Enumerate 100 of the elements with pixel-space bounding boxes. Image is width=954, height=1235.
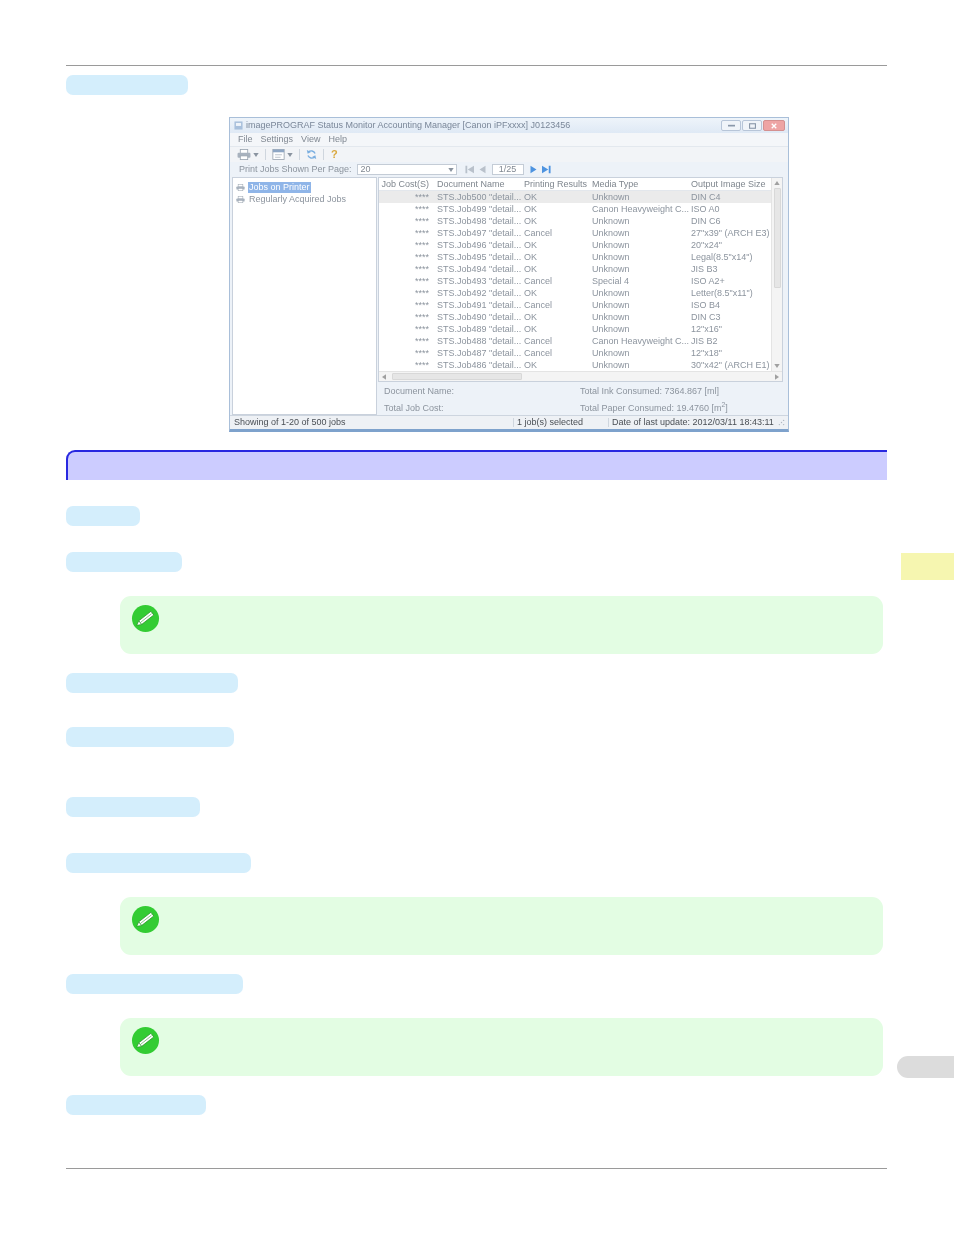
table-cell-text: **** [414,300,430,310]
table-cell-text: STS.Job490 "detail... [436,312,523,322]
table-cell-text: ISO A0 [691,204,721,214]
table-row[interactable]: **** STS.Job499 "detail... OK Canon Heavyweight C... ISO A0 [379,203,771,215]
menu-item[interactable]: File [234,135,257,144]
help-button[interactable]: ? [330,149,339,160]
table-cell-text: Unknown [592,288,631,298]
caret-icon[interactable] [253,152,259,157]
close-button[interactable] [763,120,785,131]
table-row[interactable]: **** STS.Job489 "detail... OK Unknown 12"x16" [379,323,771,335]
table-row[interactable]: **** STS.Job496 "detail... OK Unknown 20"x24" [379,239,771,251]
table-cell-text: **** [414,228,430,238]
table-row[interactable]: **** STS.Job497 "detail... Cancel Unknown 27"x39" (ARCH E3) [379,227,771,239]
horizontal-scrollbar[interactable] [379,371,782,381]
column-header[interactable]: Document Name [434,179,524,189]
table-row[interactable]: **** STS.Job500 "detail... OK Unknown DIN C4 [379,191,771,203]
table-row[interactable]: **** STS.Job493 "detail... Cancel Special 4 ISO A2+ [379,275,771,287]
table-cell-text: Unknown [592,312,631,322]
table-cell-text: ISO B4 [691,300,721,310]
table-cell: 27"x39" (ARCH E3) [691,228,771,238]
table-cell-text: STS.Job498 "detail... [436,216,523,226]
table-cell-text: Cancel [524,336,553,346]
page-number-field[interactable]: 1/25 [491,164,524,175]
status-text: Date of last update: 2012/03/11 18:43:11 [608,418,778,427]
table-cell-text: OK [524,240,538,250]
status-text: 1 job(s) selected [513,418,608,427]
table-cell-text: Unknown [592,192,631,202]
table-cell-text: Unknown [592,252,631,262]
table-row[interactable]: **** STS.Job498 "detail... OK Unknown DIN C6 [379,215,771,227]
column-header[interactable]: Output Image Size [691,179,771,189]
table-cell-text: Unknown [592,324,631,334]
maximize-button[interactable] [742,120,762,131]
table-cell-text: OK [524,360,538,370]
table-cell-text: Unknown [592,360,631,370]
table-cell-text: DIN C3 [691,312,722,322]
column-header[interactable]: Job Cost(S) [379,179,434,189]
table-cell-text: Legal(8.5"x14") [691,252,754,262]
column-header[interactable]: Media Type [592,179,691,189]
table-cell-text: Unknown [592,228,631,238]
table-cell-text: DIN C6 [691,216,722,226]
scroll-down-icon[interactable] [774,364,780,368]
table-cell-text: STS.Job489 "detail... [436,324,523,334]
table-cell-text: Unknown [592,240,631,250]
table-cell-text: STS.Job499 "detail... [436,204,523,214]
table-cell-text: Cancel [524,276,553,286]
table-cell-text: Cancel [524,300,553,310]
table-row[interactable]: **** STS.Job490 "detail... OK Unknown DIN C3 [379,311,771,323]
document-icon[interactable] [272,149,285,160]
table-cell: 30"x42" (ARCH E1) [691,360,771,370]
table-cell-text: STS.Job495 "detail... [436,252,523,262]
table-cell-text: DIN C4 [691,192,722,202]
table-row[interactable]: **** STS.Job492 "detail... OK Unknown Letter(8.5"x11") [379,287,771,299]
scroll-right-icon[interactable] [775,373,779,380]
table-cell-text: Special 4 [592,276,631,286]
table-cell-text: STS.Job493 "detail... [436,276,523,286]
table-cell-text: Letter(8.5"x11") [691,288,754,298]
scroll-left-icon[interactable] [382,373,386,380]
table-cell-text: **** [414,240,430,250]
column-header[interactable]: Printing Results [524,179,592,189]
table-cell-text: OK [524,192,538,202]
table-cell-text: **** [414,216,430,226]
menu-item[interactable]: Settings [256,135,298,144]
table-cell-text: STS.Job487 "detail... [436,348,523,358]
table-cell-text: STS.Job494 "detail... [436,264,523,274]
table-cell-text: **** [414,288,430,298]
tree-item[interactable]: Jobs on Printer [248,181,311,193]
table-row[interactable]: **** STS.Job486 "detail... OK Unknown 30"x42" (ARCH E1) [379,359,771,371]
caret-icon[interactable] [287,152,293,157]
vertical-scrollbar[interactable] [771,178,782,371]
app-icon [234,121,243,130]
table-cell-text: OK [524,264,538,274]
table-row[interactable]: **** STS.Job488 "detail... Cancel Canon Heavyweight C... JIS B2 [379,335,771,347]
scrollbar-thumb[interactable] [392,373,522,380]
next-page-icon[interactable] [528,165,538,174]
refresh-icon[interactable] [306,149,317,160]
minimize-button[interactable] [721,120,741,131]
table-cell-text: **** [414,360,430,370]
table-cell-text: **** [414,264,430,274]
resize-grip-icon[interactable] [778,419,785,426]
table-cell-text: 12"x18" [691,348,723,358]
table-row[interactable]: **** STS.Job491 "detail... Cancel Unknown ISO B4 [379,299,771,311]
menu-item[interactable]: View [297,135,325,144]
printer-icon[interactable] [237,149,251,160]
table-cell-text: **** [414,336,430,346]
info-label: Document Name: [384,387,456,398]
maximize-icon [748,122,756,129]
scrollbar-thumb[interactable] [773,188,781,288]
table-row[interactable]: **** STS.Job495 "detail... OK Unknown Legal(8.5"x14") [379,251,771,263]
per-page-dropdown[interactable]: 20 [356,164,457,175]
table-row[interactable]: **** STS.Job487 "detail... Cancel Unknown 12"x18" [379,347,771,359]
tree-item[interactable]: Regularly Acquired Jobs [248,193,348,205]
menu-item[interactable]: Help [324,135,351,144]
table-cell-text: **** [414,276,430,286]
scroll-up-icon[interactable] [774,181,780,185]
table-row[interactable]: **** STS.Job494 "detail... OK Unknown JIS B3 [379,263,771,275]
table-cell-text: Unknown [592,348,631,358]
table-cell-text: STS.Job497 "detail... [436,228,523,238]
last-page-icon[interactable] [541,165,551,174]
close-icon [771,122,777,129]
page-number-tab[interactable] [897,1056,954,1078]
